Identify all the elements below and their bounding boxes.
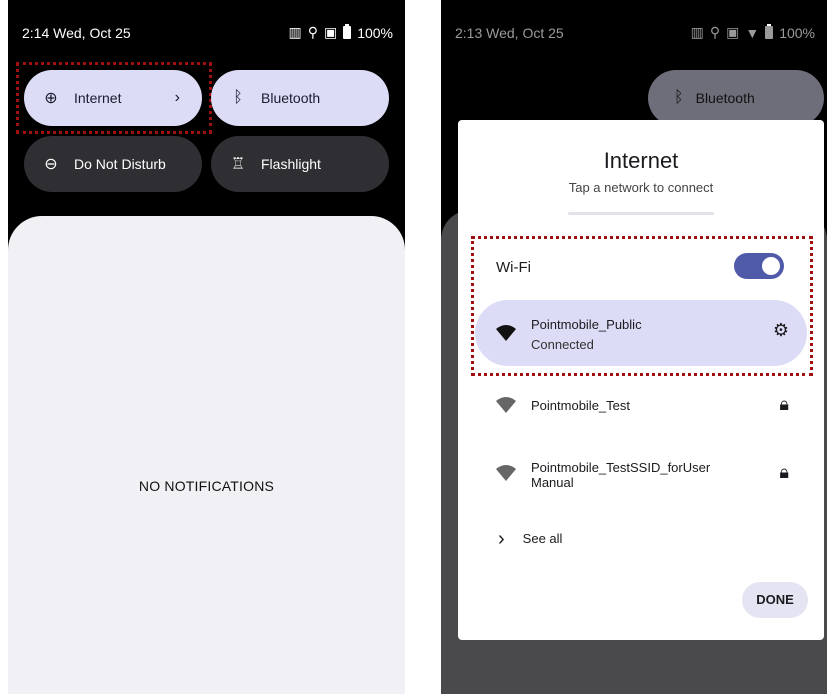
no-notifications-text: NO NOTIFICATIONS (138, 478, 275, 494)
internet-dialog: Internet Tap a network to connect Wi-Fi … (458, 120, 824, 640)
status-time: 2:14 Wed, Oct 25 (22, 25, 131, 41)
scanner-icon: ▥ (690, 24, 704, 40)
dialog-title: Internet (603, 148, 679, 173)
status-icons: ▥ ⚲ ▣ 100% (288, 24, 393, 41)
network-name: Pointmobile_Test (531, 398, 630, 413)
see-all-link[interactable]: › See all (498, 528, 562, 551)
bluetooth-icon: ᛒ (233, 89, 243, 106)
quick-settings-screen: 2:14 Wed, Oct 25 ▥ ⚲ ▣ 100% ⊕ Internet ›… (8, 0, 405, 694)
lock-icon: 🔒︎ (779, 462, 789, 482)
dialog-divider (568, 212, 714, 215)
done-button[interactable]: DONE (742, 582, 808, 618)
network-item[interactable]: Pointmobile_TestSSID_forUser Manual 🔒︎ (475, 440, 807, 506)
bluetooth-tile-dimmed: ᛒ Bluetooth (648, 70, 824, 126)
lock-icon: 🔒︎ (779, 394, 789, 414)
status-bar: 2:14 Wed, Oct 25 ▥ ⚲ ▣ 100% (8, 0, 405, 62)
internet-dialog-screen: 2:13 Wed, Oct 25 ▥ ⚲ ▣ ▼ 100% ᛒ Bluetoot… (441, 0, 827, 694)
scanner-icon: ▥ (288, 24, 302, 40)
wifi-signal-icon (495, 396, 517, 419)
vibrate-icon: ▣ (726, 24, 740, 40)
network-item[interactable]: Pointmobile_Test 🔒︎ (475, 372, 807, 438)
battery-icon (343, 24, 352, 39)
bluetooth-tile[interactable]: ᛒ Bluetooth (211, 70, 389, 126)
internet-tile-highlight (16, 62, 212, 134)
battery-percent: 100% (357, 24, 393, 41)
status-icons: ▥ ⚲ ▣ ▼ 100% (691, 24, 815, 41)
battery-percent: 100% (779, 24, 815, 41)
battery-icon (765, 24, 774, 39)
bluetooth-tile-label: Bluetooth (695, 90, 755, 106)
flashlight-tile[interactable]: ♖ Flashlight (211, 136, 389, 192)
bluetooth-tile-label: Bluetooth (261, 90, 321, 106)
do-not-disturb-icon: ⊖ (44, 156, 58, 173)
notification-shade: NO NOTIFICATIONS (8, 216, 405, 694)
network-name: Pointmobile_TestSSID_forUser Manual (531, 460, 711, 490)
location-icon: ⚲ (709, 24, 721, 40)
dnd-tile[interactable]: ⊖ Do Not Disturb (24, 136, 202, 192)
see-all-label: See all (522, 531, 563, 546)
bluetooth-icon: ᛒ (674, 89, 684, 106)
status-bar: 2:13 Wed, Oct 25 ▥ ⚲ ▣ ▼ 100% (441, 0, 827, 62)
vibrate-icon: ▣ (323, 24, 338, 40)
dialog-subtitle: Tap a network to connect (568, 180, 714, 195)
wifi-signal-icon (495, 464, 517, 487)
dnd-tile-label: Do Not Disturb (74, 156, 166, 172)
wifi-section-highlight (471, 236, 813, 376)
flashlight-icon: ♖ (230, 156, 246, 173)
chevron-right-icon: › (498, 528, 505, 550)
flashlight-tile-label: Flashlight (261, 156, 321, 172)
wifi-icon: ▼ (745, 24, 760, 41)
location-icon: ⚲ (307, 24, 318, 40)
status-time: 2:13 Wed, Oct 25 (455, 25, 564, 41)
